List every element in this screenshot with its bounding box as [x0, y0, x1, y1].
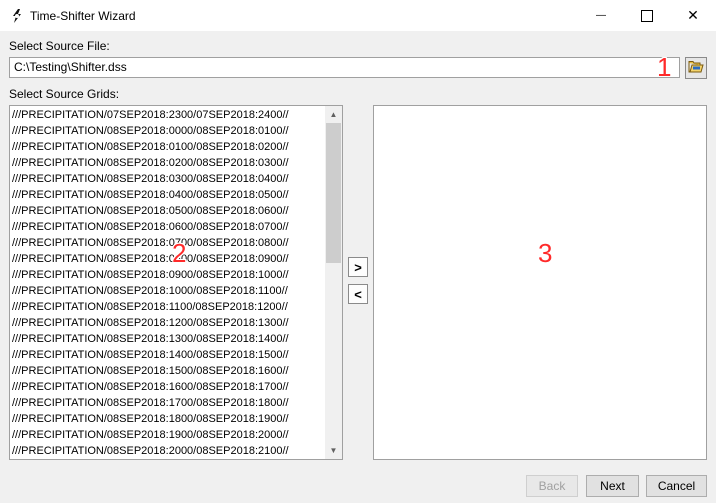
annotation-1: 1	[657, 52, 672, 82]
scroll-down-icon[interactable]: ▼	[325, 442, 342, 459]
list-item[interactable]: ///PRECIPITATION/08SEP2018:0000/08SEP201…	[12, 123, 324, 139]
source-grids-list[interactable]: ///PRECIPITATION/07SEP2018:2300/07SEP201…	[9, 105, 343, 460]
maximize-button[interactable]	[624, 0, 670, 31]
browse-button[interactable]	[685, 57, 707, 79]
minimize-button[interactable]: —	[578, 0, 624, 31]
list-item[interactable]: ///PRECIPITATION/08SEP2018:0600/08SEP201…	[12, 219, 324, 235]
add-grid-button[interactable]: >	[348, 257, 368, 277]
list-item[interactable]: ///PRECIPITATION/08SEP2018:0400/08SEP201…	[12, 187, 324, 203]
source-grids-scrollbar[interactable]: ▲ ▼	[325, 106, 342, 459]
time-shifter-app-icon	[9, 8, 25, 24]
list-item[interactable]: ///PRECIPITATION/08SEP2018:0900/08SEP201…	[12, 267, 324, 283]
scroll-thumb[interactable]	[326, 123, 341, 263]
next-button[interactable]: Next	[586, 475, 639, 497]
list-item[interactable]: ///PRECIPITATION/08SEP2018:0300/08SEP201…	[12, 171, 324, 187]
list-item[interactable]: ///PRECIPITATION/08SEP2018:1600/08SEP201…	[12, 379, 324, 395]
list-item[interactable]: ///PRECIPITATION/08SEP2018:0700/08SEP201…	[12, 235, 324, 251]
list-item[interactable]: ///PRECIPITATION/08SEP2018:1200/08SEP201…	[12, 315, 324, 331]
list-item[interactable]: ///PRECIPITATION/08SEP2018:1100/08SEP201…	[12, 299, 324, 315]
minimize-icon: —	[596, 10, 606, 21]
cancel-button[interactable]: Cancel	[646, 475, 707, 497]
list-item[interactable]: ///PRECIPITATION/08SEP2018:1500/08SEP201…	[12, 363, 324, 379]
chevron-right-icon: >	[354, 259, 362, 275]
chevron-left-icon: <	[354, 286, 362, 302]
list-item[interactable]: ///PRECIPITATION/07SEP2018:2300/07SEP201…	[12, 107, 324, 123]
remove-grid-button[interactable]: <	[348, 284, 368, 304]
source-file-label: Select Source File:	[9, 39, 110, 53]
selected-grids-list[interactable]	[373, 105, 707, 460]
list-item[interactable]: ///PRECIPITATION/08SEP2018:0200/08SEP201…	[12, 155, 324, 171]
close-icon: ✕	[687, 7, 699, 23]
folder-open-icon	[688, 60, 704, 77]
annotation-2: 2	[172, 238, 187, 268]
window-title: Time-Shifter Wizard	[30, 9, 136, 23]
source-grids-label: Select Source Grids:	[9, 87, 120, 101]
list-item[interactable]: ///PRECIPITATION/08SEP2018:0100/08SEP201…	[12, 139, 324, 155]
scroll-up-icon[interactable]: ▲	[325, 106, 342, 123]
list-item[interactable]: ///PRECIPITATION/08SEP2018:0500/08SEP201…	[12, 203, 324, 219]
list-item[interactable]: ///PRECIPITATION/08SEP2018:1400/08SEP201…	[12, 347, 324, 363]
list-item[interactable]: ///PRECIPITATION/08SEP2018:2000/08SEP201…	[12, 443, 324, 459]
annotation-3: 3	[538, 238, 553, 268]
close-button[interactable]: ✕	[670, 0, 716, 31]
list-item[interactable]: ///PRECIPITATION/08SEP2018:1300/08SEP201…	[12, 331, 324, 347]
list-item[interactable]: ///PRECIPITATION/08SEP2018:1000/08SEP201…	[12, 283, 324, 299]
list-item[interactable]: ///PRECIPITATION/08SEP2018:0800/08SEP201…	[12, 251, 324, 267]
maximize-icon	[641, 9, 653, 22]
back-button[interactable]: Back	[526, 475, 578, 497]
list-item[interactable]: ///PRECIPITATION/08SEP2018:1900/08SEP201…	[12, 427, 324, 443]
source-file-input[interactable]: C:\Testing\Shifter.dss	[9, 57, 680, 78]
list-item[interactable]: ///PRECIPITATION/08SEP2018:1800/08SEP201…	[12, 411, 324, 427]
list-item[interactable]: ///PRECIPITATION/08SEP2018:1700/08SEP201…	[12, 395, 324, 411]
source-grids-items: ///PRECIPITATION/07SEP2018:2300/07SEP201…	[12, 107, 324, 459]
